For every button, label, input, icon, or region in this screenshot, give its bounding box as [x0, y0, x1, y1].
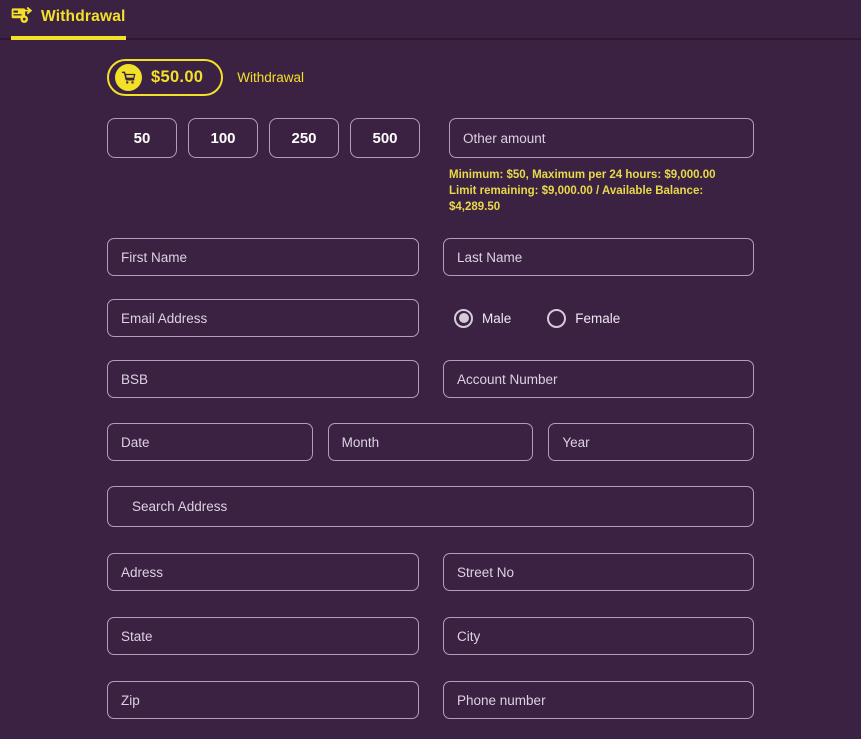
- tab-withdrawal[interactable]: Withdrawal: [11, 0, 126, 40]
- withdrawal-form: $50.00 Withdrawal 50 100 250 500 Minimum…: [0, 59, 861, 719]
- summary-label: Withdrawal: [237, 70, 305, 85]
- phone-column: [443, 681, 754, 719]
- email-column: [107, 299, 419, 337]
- amount-button-100[interactable]: 100: [188, 118, 258, 158]
- selected-amount-pill[interactable]: $50.00: [107, 59, 224, 96]
- year-input[interactable]: [548, 423, 755, 461]
- shopping-cart-icon: [115, 64, 142, 91]
- name-row: [0, 238, 861, 276]
- summary-row: $50.00 Withdrawal: [0, 59, 861, 96]
- state-city-row: [0, 617, 861, 655]
- date-column: [107, 423, 313, 461]
- street-no-column: [443, 553, 754, 591]
- limit-line-minimum: Minimum: $50, Maximum per 24 hours: $9,0…: [449, 169, 716, 181]
- last-name-column: [443, 238, 754, 276]
- month-input[interactable]: [327, 423, 534, 461]
- account-number-column: [443, 360, 754, 398]
- bsb-input[interactable]: [107, 360, 419, 398]
- street-no-input[interactable]: [443, 553, 754, 591]
- account-number-input[interactable]: [443, 360, 754, 398]
- page-title: Withdrawal: [41, 8, 126, 25]
- other-amount-input[interactable]: [449, 118, 754, 158]
- limits-info: Minimum: $50, Maximum per 24 hours: $9,0…: [449, 167, 754, 215]
- search-address-input[interactable]: [107, 486, 754, 527]
- month-column: [327, 423, 534, 461]
- email-gender-row: Male Female: [0, 299, 861, 337]
- search-address-row: [0, 486, 861, 527]
- amount-button-500[interactable]: 500: [350, 118, 420, 158]
- gender-option-female[interactable]: Female: [547, 308, 621, 328]
- address-column: [107, 553, 419, 591]
- gender-option-male[interactable]: Male: [454, 308, 512, 328]
- radio-selected-icon[interactable]: [454, 308, 473, 328]
- city-input[interactable]: [443, 617, 754, 655]
- bsb-column: [107, 360, 419, 398]
- last-name-input[interactable]: [443, 238, 754, 276]
- withdrawal-card-icon: [11, 7, 33, 23]
- search-address-column: [107, 486, 754, 527]
- state-column: [107, 617, 419, 655]
- city-column: [443, 617, 754, 655]
- birthdate-row: [0, 423, 861, 461]
- zip-column: [107, 681, 419, 719]
- gender-radio-group: Male Female: [443, 299, 754, 337]
- first-name-column: [107, 238, 419, 276]
- selected-amount-value: $50.00: [151, 68, 204, 86]
- other-amount-column: Minimum: $50, Maximum per 24 hours: $9,0…: [449, 118, 754, 215]
- quick-amount-buttons: 50 100 250 500: [107, 118, 442, 158]
- phone-number-input[interactable]: [443, 681, 754, 719]
- first-name-input[interactable]: [107, 238, 419, 276]
- year-column: [548, 423, 755, 461]
- date-input[interactable]: [107, 423, 313, 461]
- zip-phone-row: [0, 681, 861, 719]
- gender-label-male: Male: [482, 310, 512, 326]
- gender-label-female: Female: [575, 310, 621, 326]
- radio-unselected-icon[interactable]: [547, 308, 567, 328]
- bank-row: [0, 360, 861, 398]
- limit-line-remaining: Limit remaining: $9,000.00 / Available B…: [449, 185, 704, 213]
- zip-input[interactable]: [107, 681, 419, 719]
- amount-button-250[interactable]: 250: [269, 118, 339, 158]
- amount-button-50[interactable]: 50: [107, 118, 177, 158]
- email-field[interactable]: [107, 299, 419, 337]
- address-row: [0, 553, 861, 591]
- state-input[interactable]: [107, 617, 419, 655]
- address-input[interactable]: [107, 553, 419, 591]
- page-header: Withdrawal: [0, 0, 861, 40]
- amount-selection-row: 50 100 250 500 Minimum: $50, Maximum per…: [0, 118, 861, 215]
- gender-column: Male Female: [443, 299, 754, 337]
